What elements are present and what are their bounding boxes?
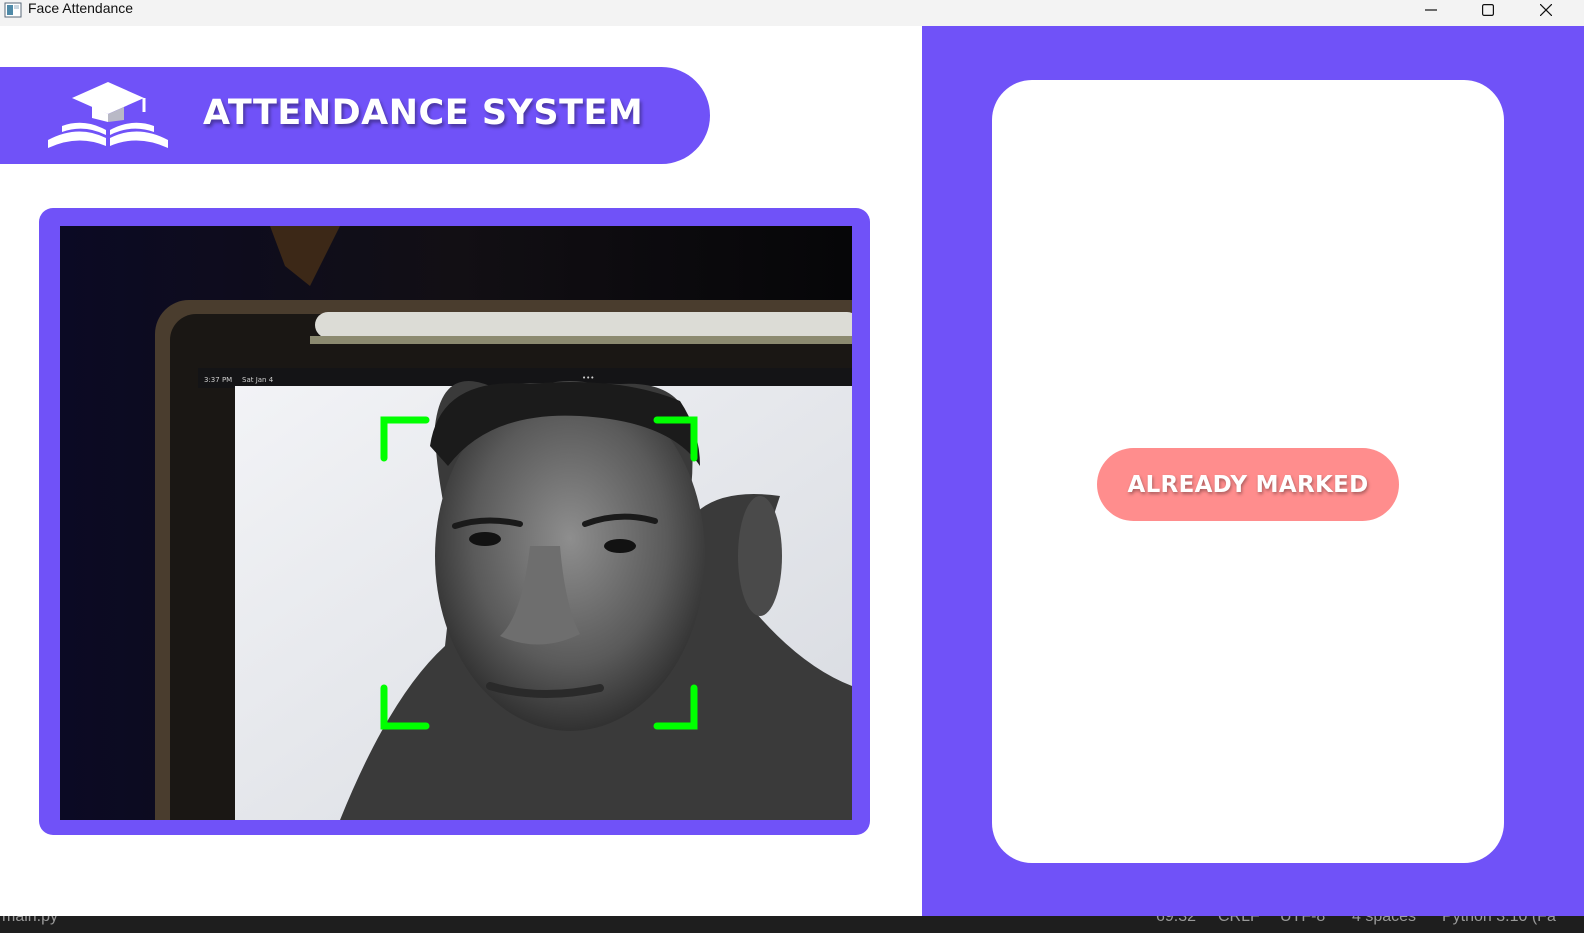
editor-interpreter: Python 3.10 (Fa (1442, 916, 1556, 925)
status-label: ALREADY MARKED (1127, 471, 1369, 498)
editor-indent: 4 spaces (1352, 916, 1417, 925)
app-icon (4, 2, 22, 18)
status-badge: ALREADY MARKED (1097, 448, 1399, 521)
maximize-icon (1482, 4, 1494, 16)
right-pane: ALREADY MARKED (922, 26, 1584, 916)
editor-file-name: main.py (2, 916, 59, 925)
app-window-content: ATTENDANCE SYSTEM 3:37 PM Sat Jan 4 ••• … (0, 26, 1584, 916)
webcam-image: 3:37 PM Sat Jan 4 ••• (60, 226, 852, 820)
window-title-bar[interactable]: Face Attendance (0, 0, 1584, 26)
minimize-button[interactable] (1402, 0, 1460, 20)
tablet-status-dots: ••• (582, 374, 594, 382)
camera-feed: 3:37 PM Sat Jan 4 ••• (60, 226, 852, 820)
window-title: Face Attendance (28, 0, 134, 16)
maximize-button[interactable] (1459, 0, 1517, 20)
camera-frame: 3:37 PM Sat Jan 4 ••• (39, 208, 870, 835)
header-banner: ATTENDANCE SYSTEM (0, 67, 710, 164)
left-pane: ATTENDANCE SYSTEM 3:37 PM Sat Jan 4 ••• (0, 26, 922, 916)
app-title: ATTENDANCE SYSTEM (203, 93, 644, 133)
background-editor-statusbar: main.py 69:32 CRLF UTF-8 4 spaces Python… (0, 916, 1584, 933)
close-button[interactable] (1517, 0, 1575, 20)
editor-encoding: UTF-8 (1280, 916, 1326, 925)
close-icon (1540, 4, 1552, 16)
student-info-card: ALREADY MARKED (992, 80, 1504, 863)
tablet-status-time: 3:37 PM (204, 376, 232, 384)
tablet-status-date: Sat Jan 4 (242, 376, 274, 384)
editor-line-ending: CRLF (1218, 916, 1260, 925)
editor-cursor-position: 69:32 (1156, 916, 1197, 925)
graduation-cap-book-icon (44, 80, 172, 152)
minimize-icon (1425, 9, 1437, 11)
